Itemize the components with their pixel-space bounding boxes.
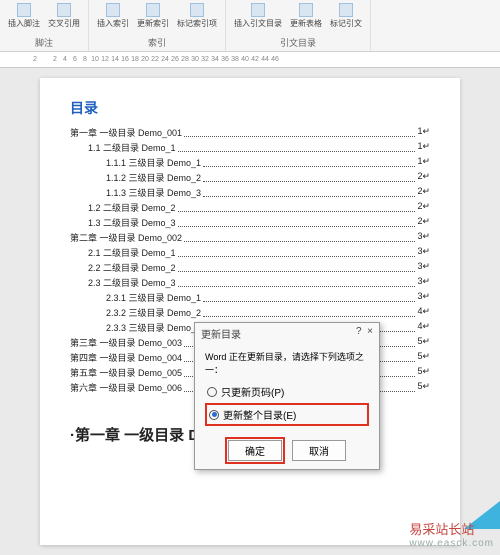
ribbon-button[interactable]: 插入引文目录 <box>232 2 284 30</box>
ribbon-button[interactable]: 插入索引 <box>95 2 131 30</box>
ribbon-icon <box>251 3 265 17</box>
ribbon-icon <box>106 3 120 17</box>
toc-entry[interactable]: 1.1 二级目录 Demo_11↵ <box>88 141 430 154</box>
ribbon: 插入脚注交叉引用脚注插入索引更新索引标记索引项索引插入引文目录更新表格标记引文引… <box>0 0 500 52</box>
toc-entry[interactable]: 1.2 二级目录 Demo_22↵ <box>88 201 430 214</box>
ribbon-button[interactable]: 标记索引项 <box>175 2 219 30</box>
toc-entry[interactable]: 第一章 一级目录 Demo_0011↵ <box>70 126 430 139</box>
close-icon[interactable]: × <box>367 326 373 337</box>
document-area: 目录 第一章 一级目录 Demo_0011↵ 1.1 二级目录 Demo_11↵ 1… <box>0 68 500 555</box>
toc-entry[interactable]: 2.3.1 三级目录 Demo_13↵ <box>106 291 430 304</box>
toc-entry[interactable]: 2.2 二级目录 Demo_23↵ <box>88 261 430 274</box>
ribbon-icon <box>339 3 353 17</box>
update-toc-dialog: 更新目录 ? × Word 正在更新目录，请选择下列选项之一： 只更新页码(P)… <box>194 322 380 470</box>
ribbon-group: 插入脚注交叉引用脚注 <box>0 0 89 51</box>
radio-update-page-numbers[interactable]: 只更新页码(P) <box>205 382 369 401</box>
ribbon-button[interactable]: 标记引文 <box>328 2 364 30</box>
cancel-button[interactable]: 取消 <box>292 440 346 461</box>
radio-icon <box>207 387 217 397</box>
toc-entry[interactable]: 2.3.2 三级目录 Demo_24↵ <box>106 306 430 319</box>
ribbon-icon <box>57 3 71 17</box>
ribbon-icon <box>190 3 204 17</box>
dialog-title: 更新目录 <box>201 326 241 341</box>
ribbon-button[interactable]: 交叉引用 <box>46 2 82 30</box>
toc-entry[interactable]: 1.3 二级目录 Demo_32↵ <box>88 216 430 229</box>
ribbon-group: 插入引文目录更新表格标记引文引文目录 <box>226 0 371 51</box>
ribbon-icon <box>299 3 313 17</box>
ribbon-button[interactable]: 更新表格 <box>288 2 324 30</box>
ruler: 2246810121416182022242628303234363840424… <box>0 52 500 68</box>
radio-update-entire-toc[interactable]: 更新整个目录(E) <box>205 403 369 426</box>
ribbon-group: 插入索引更新索引标记索引项索引 <box>89 0 226 51</box>
toc-entry[interactable]: 1.1.3 三级目录 Demo_32↵ <box>106 186 430 199</box>
ok-button[interactable]: 确定 <box>228 440 282 461</box>
toc-entry[interactable]: 2.1 二级目录 Demo_13↵ <box>88 246 430 259</box>
help-icon[interactable]: ? <box>356 326 362 337</box>
ribbon-icon <box>146 3 160 17</box>
toc-entry[interactable]: 2.3 二级目录 Demo_33↵ <box>88 276 430 289</box>
ribbon-button[interactable]: 插入脚注 <box>6 2 42 30</box>
toc-title: 目录 <box>70 98 430 118</box>
page: 目录 第一章 一级目录 Demo_0011↵ 1.1 二级目录 Demo_11↵ 1… <box>40 78 460 545</box>
toc-entry[interactable]: 1.1.1 三级目录 Demo_11↵ <box>106 156 430 169</box>
toc-entry[interactable]: 第二章 一级目录 Demo_0023↵ <box>70 231 430 244</box>
toc-entry[interactable]: 1.1.2 三级目录 Demo_22↵ <box>106 171 430 184</box>
ribbon-button[interactable]: 更新索引 <box>135 2 171 30</box>
dialog-message: Word 正在更新目录，请选择下列选项之一： <box>205 350 369 376</box>
radio-icon <box>209 410 219 420</box>
watermark: 易采站长站 www.easck.com <box>409 519 494 549</box>
ribbon-icon <box>17 3 31 17</box>
